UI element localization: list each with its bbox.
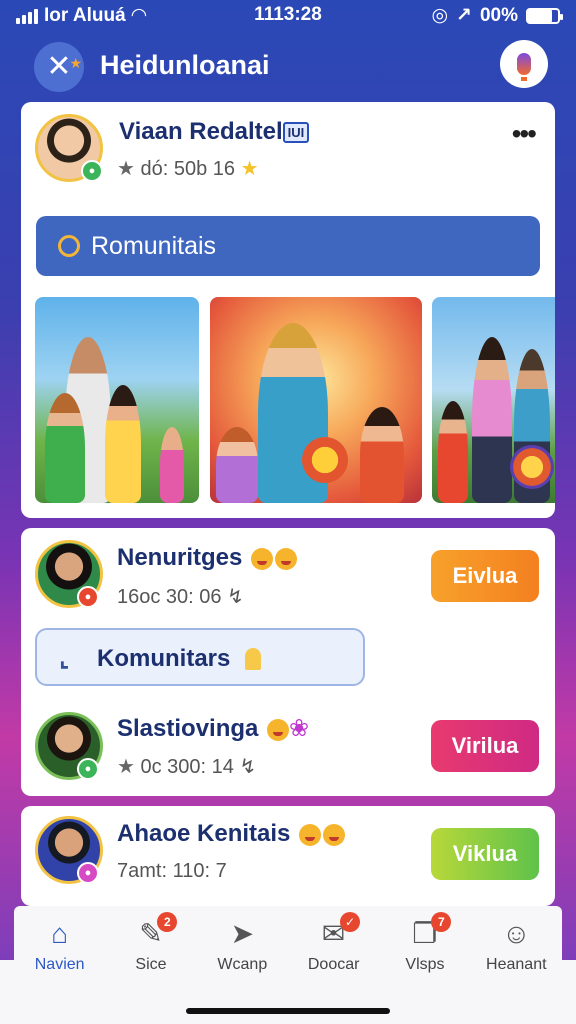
nav-label: Vlsps xyxy=(405,956,445,973)
nav-label: Wcanp xyxy=(217,956,268,973)
more-options-button[interactable]: ••• xyxy=(512,118,537,150)
nav-label: Doocar xyxy=(307,956,360,973)
nav-label: Navien xyxy=(34,956,85,973)
emoji-icon xyxy=(275,547,298,570)
profile-meta: ★ dó: 50b 16 ★ xyxy=(117,156,259,181)
komunitas-chip-label: Komunitars xyxy=(97,645,231,672)
close-icon: ✕ xyxy=(46,50,72,83)
community-photo-1[interactable] xyxy=(35,297,199,503)
status-badge: ● xyxy=(77,862,99,884)
post-meta-text: 0c 300: 14 ↯ xyxy=(140,756,257,778)
community-photo-2[interactable] xyxy=(210,297,422,503)
post-card: ● Ahaoe Kenitais 7amt: 110: 7 Viklua xyxy=(21,806,555,906)
status-bar: Ior Aluuá ◠ 1113:28 ◎ ↗ 00% xyxy=(0,0,576,30)
nav-item-chat[interactable]: ❐ 7 Vlsps xyxy=(379,906,470,980)
post-name-text: Ahaoe Kenitais xyxy=(117,820,291,847)
ice-cream-icon xyxy=(245,648,261,670)
community-bar-label: Romunitais xyxy=(91,232,217,260)
bottom-nav: ⌂ Navien ✎ 2 Sice ➤ Wcanp ✉ ✓ Doocar ❐ 7… xyxy=(14,906,562,980)
follow-button[interactable]: Viklua xyxy=(431,828,539,880)
follow-button[interactable]: Virilua xyxy=(431,720,539,772)
post-name[interactable]: Ahaoe Kenitais xyxy=(117,820,346,848)
nav-label: Sice xyxy=(135,956,167,973)
close-button[interactable]: ✕ ★ xyxy=(34,42,84,92)
profile-name-text: Viaan Redaltel xyxy=(119,118,283,145)
home-icon: ⌂ xyxy=(51,918,69,949)
nav-item-mail[interactable]: ✉ ✓ Doocar xyxy=(288,906,379,980)
emoji-icon xyxy=(251,547,274,570)
nav-item-edit[interactable]: ✎ 2 Sice xyxy=(105,906,196,980)
notification-badge: ✓ xyxy=(339,912,360,932)
home-indicator[interactable] xyxy=(186,1008,390,1014)
online-badge: ● xyxy=(77,758,99,780)
star-icon: ★ xyxy=(117,158,135,180)
nav-item-home[interactable]: ⌂ Navien xyxy=(14,906,105,980)
battery-percent: 00% xyxy=(479,4,518,26)
nav-item-profile[interactable]: ☺ Heanant xyxy=(471,906,562,980)
star-icon: ★ xyxy=(117,756,135,778)
nav-label: Heanant xyxy=(486,956,547,973)
post-meta: ★ 0c 300: 14 ↯ xyxy=(117,754,256,779)
notification-badge: 2 xyxy=(157,912,178,932)
emoji-icon xyxy=(323,823,346,846)
profile-meta-text: dó: 50b 16 xyxy=(140,158,236,180)
search-icon xyxy=(58,235,80,257)
page-title: Heidunloanai xyxy=(100,50,270,80)
profile-name[interactable]: Viaan Redaltel IUI xyxy=(119,118,310,146)
user-icon: ☺ xyxy=(502,918,531,949)
posts-card: ● Nenuritges 16oc 30: 06 ↯ Eivlua ⌞ Komu… xyxy=(21,528,555,796)
emoji-icon xyxy=(267,718,290,741)
flame-icon: ❀ xyxy=(289,715,310,742)
battery-icon xyxy=(526,7,563,24)
community-bar[interactable]: Romunitais xyxy=(36,216,540,276)
profile-tag: IUI xyxy=(282,122,310,144)
post-name-text: Slastiovinga xyxy=(117,715,259,742)
expand-icon: ⌞ xyxy=(59,646,70,671)
community-photo-3[interactable] xyxy=(432,297,555,503)
post-name-text: Nenuritges xyxy=(117,544,243,571)
post-name[interactable]: Nenuritges xyxy=(117,544,298,572)
navigate-icon: ➤ xyxy=(230,918,255,949)
post-name[interactable]: Slastiovinga ❀ xyxy=(117,714,309,743)
app-header: ✕ ★ Heidunloanai xyxy=(0,36,576,96)
komunitas-chip[interactable]: ⌞ Komunitars xyxy=(35,628,365,686)
profile-card: ● Viaan Redaltel IUI ★ dó: 50b 16 ★ ••• R… xyxy=(21,102,555,518)
post-meta: 16oc 30: 06 ↯ xyxy=(117,586,244,608)
status-badge: ● xyxy=(77,586,99,608)
sparkle-icon: ★ xyxy=(69,55,82,71)
post-meta: 7amt: 110: 7 xyxy=(117,860,227,882)
online-badge: ● xyxy=(81,160,103,182)
rotation-lock-icon: ◎ xyxy=(431,5,449,26)
status-right: ◎ ↗ 00% xyxy=(431,4,563,27)
emoji-icon xyxy=(299,823,322,846)
location-icon: ↗ xyxy=(456,5,472,26)
notification-badge: 7 xyxy=(431,912,452,932)
gold-star-icon: ★ xyxy=(240,158,259,180)
follow-button[interactable]: Eivlua xyxy=(431,550,539,602)
nav-item-navigate[interactable]: ➤ Wcanp xyxy=(197,906,288,980)
voice-button[interactable] xyxy=(500,40,548,88)
mic-icon xyxy=(517,53,531,81)
